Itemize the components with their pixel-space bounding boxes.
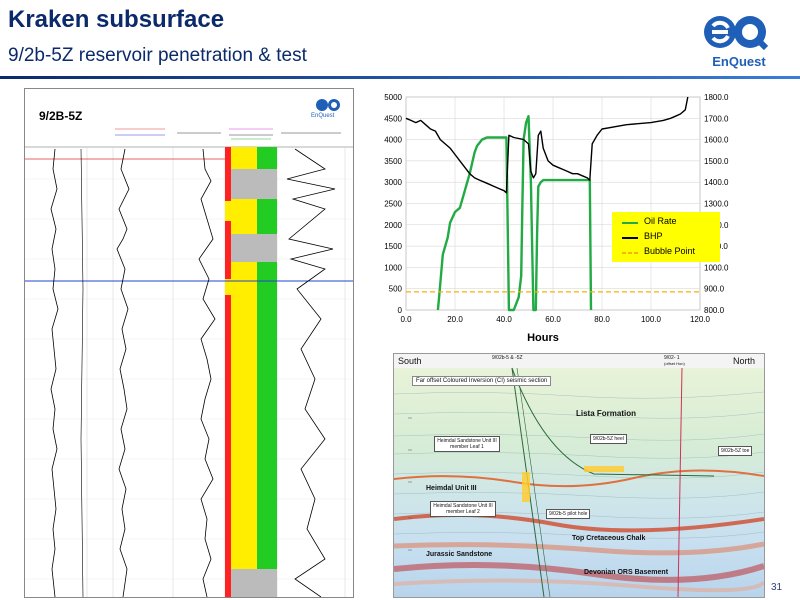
seismic-south-label: South xyxy=(398,356,422,366)
enquest-logo: EnQuest xyxy=(704,16,769,69)
heimdal-unit-label: Heimdal Unit III xyxy=(426,485,477,492)
y-right-tick-label: 1400.0 xyxy=(704,178,729,187)
title-divider xyxy=(0,76,800,79)
well-name-label: 9/2B-5Z xyxy=(39,109,83,123)
y-left-tick-label: 1500 xyxy=(384,242,402,251)
legend-swatch-bubble-point xyxy=(622,252,638,254)
y-left-tick-label: 1000 xyxy=(384,263,402,272)
well-log-panel: 9/2B-5Z EnQuest xyxy=(24,88,354,598)
legend-label-bhp: BHP xyxy=(644,231,663,241)
y-left-tick-label: 0 xyxy=(398,306,403,315)
y-right-tick-label: 1500.0 xyxy=(704,157,729,166)
y-right-tick-label: 1700.0 xyxy=(704,114,729,123)
y-left-tick-label: 3000 xyxy=(384,178,402,187)
y-left-tick-label: 5000 xyxy=(384,93,402,102)
x-tick-label: 0.0 xyxy=(400,315,412,324)
y-right-tick-label: 1600.0 xyxy=(704,136,729,145)
y-left-tick-label: 4500 xyxy=(384,114,402,123)
x-tick-label: 20.0 xyxy=(447,315,463,324)
y-right-tick-label: 1800.0 xyxy=(704,93,729,102)
well-log-graphic xyxy=(25,89,353,597)
y-right-tick-label: 1000.0 xyxy=(704,263,729,272)
page-title: Kraken subsurface xyxy=(8,6,225,33)
seismic-graphic xyxy=(394,354,764,597)
page-number: 31 xyxy=(771,582,783,593)
x-tick-label: 60.0 xyxy=(545,315,561,324)
x-tick-label: 120.0 xyxy=(690,315,711,324)
chart-legend: Oil Rate BHP Bubble Point xyxy=(612,212,720,262)
legend-swatch-oil-rate xyxy=(622,222,638,224)
production-test-chart: 0 500 1000 1500 2000 2500 3000 3500 4000 4500 5000… xyxy=(374,88,736,348)
legend-swatch-bhp xyxy=(622,237,638,239)
y-left-tick-label: 500 xyxy=(389,285,403,294)
jurassic-label: Jurassic Sandstone xyxy=(426,551,493,558)
x-tick-label: 80.0 xyxy=(594,315,610,324)
log-brand-label: EnQuest xyxy=(311,113,335,119)
page-subtitle: 9/2b-5Z reservoir penetration & test xyxy=(8,45,307,66)
x-tick-label: 40.0 xyxy=(496,315,512,324)
legend-label-bubble-point: Bubble Point xyxy=(644,246,696,256)
y-left-tick-label: 3500 xyxy=(384,157,402,166)
leaf1-callout: Heimdal Sandstone Unit III member Leaf 1 xyxy=(434,436,500,452)
legend-label-oil-rate: Oil Rate xyxy=(644,216,677,226)
seismic-north-label: North xyxy=(733,356,756,366)
logo-wordmark: EnQuest xyxy=(712,54,766,69)
devonian-label: Devonian ORS Basement xyxy=(584,569,669,576)
lista-formation-label: Lista Formation xyxy=(576,409,637,418)
toe-callout: 9/02b-5Z toe xyxy=(718,446,753,456)
x-tick-label: 100.0 xyxy=(641,315,662,324)
y-right-tick-label: 1300.0 xyxy=(704,200,729,209)
well-label-right-sub: (offset Hon) xyxy=(664,361,685,366)
leaf2-callout: Heimdal Sandstone Unit III member Leaf 2 xyxy=(430,501,496,517)
heel-callout: 9/02b-5Z heel xyxy=(590,434,627,444)
y-left-tick-label: 4000 xyxy=(384,136,402,145)
pilot-hole-callout: 9/02b-5 pilot hole xyxy=(546,509,591,519)
y-left-tick-label: 2500 xyxy=(384,200,402,209)
x-axis-label: Hours xyxy=(527,332,559,344)
y-right-tick-label: 800.0 xyxy=(704,306,725,315)
y-right-tick-label: 900.0 xyxy=(704,285,725,294)
seismic-section-panel: South North 9/02b-5 & -5Z 9/02- 1 (offse… xyxy=(393,353,765,598)
seismic-caption: Far offset Coloured Inversion (CI) seism… xyxy=(412,376,552,386)
top-chalk-label: Top Cretaceous Chalk xyxy=(572,535,646,542)
well-label-left: 9/02b-5 & -5Z xyxy=(492,355,523,361)
y-left-tick-label: 2000 xyxy=(384,221,402,230)
